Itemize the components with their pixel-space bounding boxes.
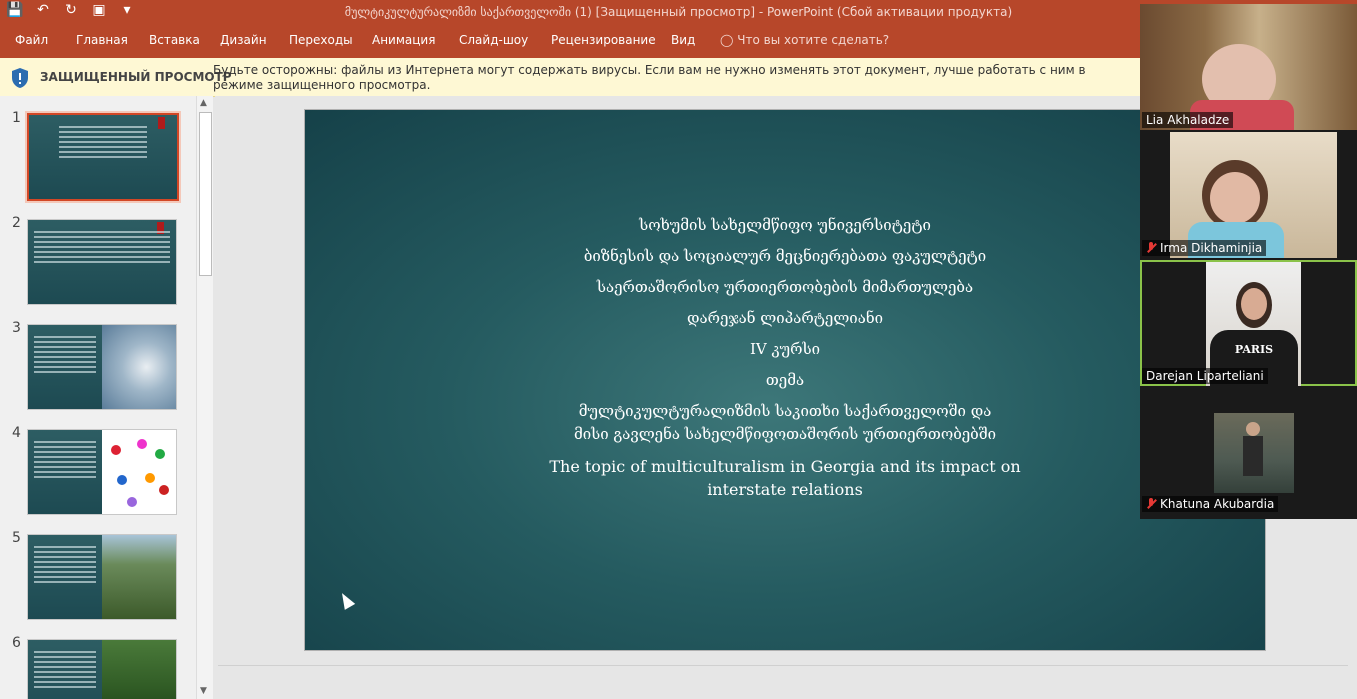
protected-view-message: Будьте осторожны: файлы из Интернета мог…	[213, 63, 1086, 92]
tab-animations[interactable]: Анимация	[372, 33, 435, 47]
slide-thumbnail-2[interactable]	[27, 219, 177, 305]
participant-name-tag: Khatuna Akubardia	[1142, 496, 1279, 512]
participant-name-tag: Irma Dikhaminjia	[1142, 240, 1267, 256]
participant-name-tag: Darejan Liparteliani	[1142, 368, 1268, 384]
tab-home[interactable]: Главная	[76, 33, 128, 47]
slide-thumbnail-5[interactable]	[27, 534, 177, 620]
participant-tile[interactable]: Khatuna Akubardia	[1140, 388, 1357, 514]
participant-name: Darejan Liparteliani	[1146, 369, 1264, 383]
thumb-number: 4	[12, 425, 21, 441]
scroll-down-icon[interactable]: ▼	[200, 686, 207, 696]
participant-name: Khatuna Akubardia	[1160, 497, 1275, 511]
slide-line-topic-label: თემა	[765, 371, 805, 389]
tab-insert[interactable]: Вставка	[149, 33, 200, 47]
participant-tile[interactable]: Lia Akhaladze	[1140, 4, 1357, 130]
slide-english-title-2: interstate relations	[707, 480, 863, 499]
thumb-number: 6	[12, 635, 21, 651]
slide-thumbnail-6[interactable]	[27, 639, 177, 699]
slide-line-faculty: ბიზნესის და სოციალურ მეცნიერებათა ფაკულტ…	[583, 247, 987, 265]
tab-slideshow[interactable]: Слайд-шоу	[459, 33, 528, 47]
thumb-number: 5	[12, 530, 21, 546]
tab-design[interactable]: Дизайн	[220, 33, 267, 47]
slide-line-topic-2: მისი გავლენა სახელმწიფოთაშორის ურთიერთობ…	[573, 425, 997, 443]
scroll-thumb[interactable]	[199, 112, 212, 276]
slide-thumbnail-3[interactable]	[27, 324, 177, 410]
scroll-up-icon[interactable]: ▲	[200, 98, 207, 108]
mic-muted-icon	[1146, 242, 1156, 254]
protected-view-label: ЗАЩИЩЕННЫЙ ПРОСМОТР	[40, 70, 232, 84]
participant-figure	[1243, 436, 1263, 476]
notes-divider	[218, 665, 1348, 666]
participant-tile[interactable]: Irma Dikhaminjia	[1140, 132, 1357, 258]
thumbnails-scrollbar[interactable]: ▲ ▼	[196, 96, 213, 699]
participant-face	[1241, 288, 1267, 320]
thumb-number: 3	[12, 320, 21, 336]
participant-face	[1210, 172, 1260, 224]
slide-english-title-1: The topic of multiculturalism in Georgia…	[549, 457, 1021, 476]
slide-line-direction: საერთაშორისო ურთიერთობების მიმართულება	[596, 278, 974, 296]
slide-line-course: IV კურსი	[749, 340, 821, 358]
participant-name: Lia Akhaladze	[1146, 113, 1230, 127]
slide-thumbnail-1[interactable]	[27, 113, 179, 201]
tab-view[interactable]: Вид	[671, 33, 695, 47]
tell-me-search[interactable]: ◯ Что вы хотите сделать?	[720, 33, 889, 47]
slide-thumbnail-4[interactable]	[27, 429, 177, 515]
participant-name-tag: Lia Akhaladze	[1142, 112, 1234, 128]
video-participants-panel: Lia Akhaladze Irma Dikhaminjia PARIS Dar…	[1140, 4, 1357, 519]
people-network-image	[111, 439, 169, 507]
participant-name: Irma Dikhaminjia	[1160, 241, 1263, 255]
thumb-number: 1	[12, 110, 21, 126]
slide-thumbnails-pane: 1 2 3 4 5 6	[0, 96, 213, 699]
mic-muted-icon	[1146, 498, 1156, 510]
tab-file[interactable]: Файл	[15, 33, 48, 47]
participant-face	[1246, 422, 1260, 436]
slide-line-topic-1: მულტიკულტურალიზმის საკითხი საქართველოში …	[578, 402, 992, 420]
lightbulb-icon: ◯	[720, 33, 734, 47]
tab-review[interactable]: Рецензирование	[551, 33, 656, 47]
participant-tile-active-speaker[interactable]: PARIS Darejan Liparteliani	[1140, 260, 1357, 386]
thumb-number: 2	[12, 215, 21, 231]
slide-line-university: სოხუმის სახელმწიფო უნივერსიტეტი	[639, 216, 931, 234]
tab-transitions[interactable]: Переходы	[289, 33, 353, 47]
shield-icon	[12, 68, 28, 88]
slide-line-author: დარეჯან ლიპარტელიანი	[686, 309, 883, 327]
current-slide[interactable]: სოხუმის სახელმწიფო უნივერსიტეტი ბიზნესის…	[304, 109, 1266, 651]
